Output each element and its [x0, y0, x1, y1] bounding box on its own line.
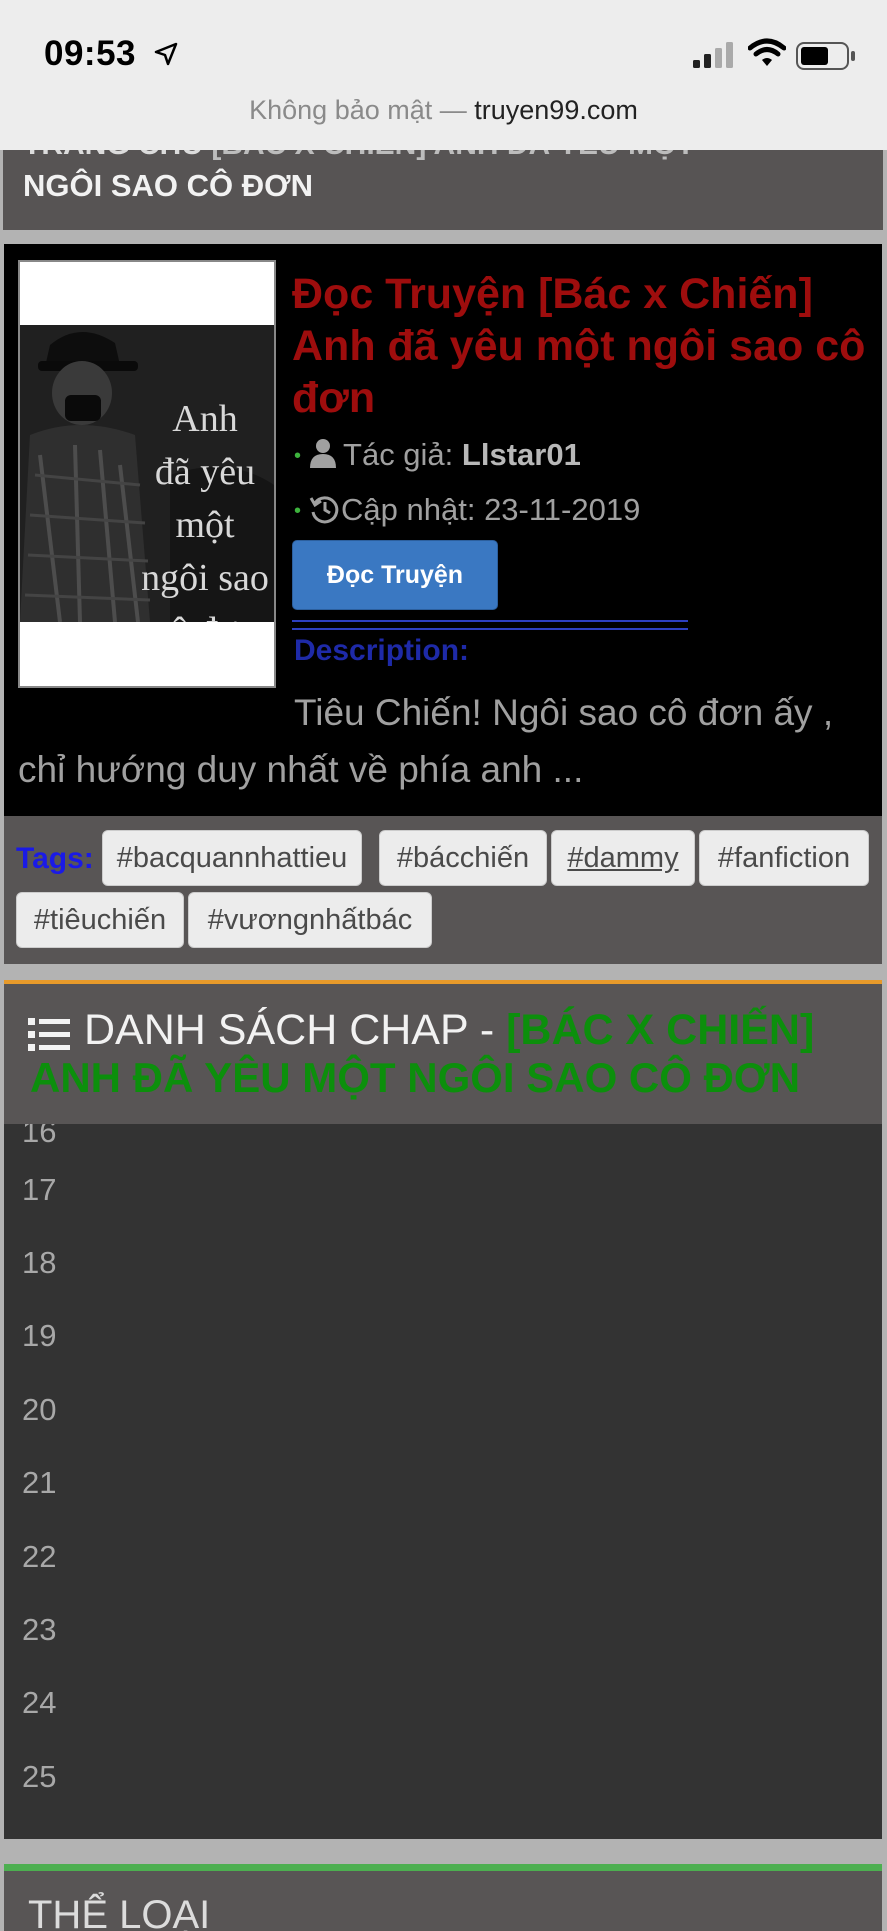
- security-warning: Không bảo mật —: [249, 95, 475, 125]
- cover-title-text: Anh đã yêu một ngôi sao cô đơn: [130, 393, 274, 622]
- chapter-item[interactable]: 20: [22, 1392, 56, 1428]
- chapter-item[interactable]: 24: [22, 1685, 56, 1721]
- cover-artwork: Anh đã yêu một ngôi sao cô đơn: [20, 325, 274, 622]
- clock: 09:53: [44, 34, 137, 73]
- page-title-bar: TRANG CHỦ [BÁC X CHIẾN] ANH ĐÃ YÊU MỘT N…: [3, 150, 883, 230]
- chapter-item[interactable]: 23: [22, 1612, 56, 1648]
- story-cover-image[interactable]: Anh đã yêu một ngôi sao cô đơn: [18, 260, 276, 688]
- breadcrumb-current: [BÁC X CHIẾN] ANH ĐÃ YÊU MỘT: [211, 150, 694, 161]
- url-domain: truyen99.com: [474, 95, 638, 125]
- breadcrumb-home[interactable]: TRANG CHỦ: [23, 150, 211, 161]
- read-story-button[interactable]: Đọc Truyện: [292, 540, 498, 610]
- story-info-panel: Anh đã yêu một ngôi sao cô đơn Đọc Truyệ…: [4, 244, 882, 816]
- url-bar[interactable]: Không bảo mật — truyen99.com: [0, 95, 887, 150]
- updated-date: 23-11-2019: [484, 492, 641, 527]
- breadcrumb: TRANG CHỦ [BÁC X CHIẾN] ANH ĐÃ YÊU MỘT: [23, 150, 695, 162]
- tag-bacchien[interactable]: #bácchiến: [379, 830, 547, 886]
- story-title[interactable]: Đọc Truyện [Bác x Chiến] Anh đã yêu một …: [292, 268, 877, 424]
- status-bar: 09:53: [0, 0, 887, 95]
- battery-icon: [796, 42, 855, 70]
- chapter-item[interactable]: 19: [22, 1318, 56, 1354]
- tag-tieuchien[interactable]: #tiêuchiến: [16, 892, 184, 948]
- chapter-list-header: DANH SÁCH CHAP - [BÁC X CHIẾN] ANH ĐÃ YÊ…: [4, 984, 882, 1124]
- tag-bacquannhattieu[interactable]: #bacquannhattieu: [102, 830, 362, 886]
- bullet: •: [294, 445, 302, 468]
- tags-label: Tags:: [16, 842, 94, 875]
- description-label: Description:: [294, 634, 470, 667]
- cover-text-line: ngôi sao: [141, 557, 269, 599]
- history-icon: [309, 496, 339, 524]
- chapter-list-title-line2: ANH ĐÃ YÊU MỘT NGÔI SAO CÔ ĐƠN: [30, 1054, 801, 1101]
- genre-panel: THỂ LOẠI: [4, 1864, 882, 1931]
- chapter-item[interactable]: 25: [22, 1759, 56, 1795]
- wifi-icon: [748, 38, 786, 66]
- cellular-signal-icon: [693, 42, 733, 68]
- cover-text-line: một: [175, 504, 235, 546]
- author-name[interactable]: Llstar01: [462, 437, 581, 472]
- chapter-item[interactable]: 16: [22, 1124, 56, 1150]
- chapter-list: 16 17 18 19 20 21 22 23 24 25: [4, 1124, 882, 1824]
- description-text: Tiêu Chiến! Ngôi sao cô đơn ấy , chỉ hướ…: [18, 692, 834, 790]
- tags-panel: Tags: #bacquannhattieu #bácchiến #dammy …: [4, 816, 882, 964]
- tag-vuongnhatbac[interactable]: #vươngnhấtbác: [188, 892, 432, 948]
- divider: [292, 620, 688, 630]
- genre-title: THỂ LOẠI: [28, 1893, 211, 1931]
- chapter-item[interactable]: 21: [22, 1465, 56, 1501]
- cover-text-line: Anh: [172, 398, 238, 440]
- chapter-item[interactable]: 22: [22, 1539, 56, 1575]
- tag-dammy[interactable]: #dammy: [551, 830, 695, 886]
- cover-text-line: cô đơn: [130, 605, 274, 622]
- author-row: • Tác giả: Llstar01: [294, 437, 581, 473]
- list-icon: [28, 1018, 70, 1051]
- location-arrow-icon: [154, 42, 178, 66]
- chapter-item[interactable]: 17: [22, 1172, 56, 1208]
- cover-text-line: đã yêu: [154, 451, 256, 493]
- tag-fanfiction[interactable]: #fanfiction: [699, 830, 869, 886]
- author-label: Tác giả:: [343, 437, 462, 472]
- updated-row: • Cập nhật: 23-11-2019: [294, 492, 640, 528]
- chapter-list-title: DANH SÁCH CHAP - [BÁC X CHIẾN]: [84, 1008, 874, 1053]
- chapter-list-title-prefix: DANH SÁCH CHAP -: [84, 1006, 507, 1054]
- bullet: •: [294, 500, 302, 523]
- page-title: NGÔI SAO CÔ ĐƠN: [23, 168, 313, 203]
- chapter-list-panel: DANH SÁCH CHAP - [BÁC X CHIẾN] ANH ĐÃ YÊ…: [4, 980, 882, 1839]
- chapter-item[interactable]: 18: [22, 1245, 56, 1281]
- updated-label: Cập nhật:: [341, 492, 485, 527]
- user-icon: [310, 439, 337, 468]
- chapter-list-title-highlight: [BÁC X CHIẾN]: [506, 1006, 815, 1054]
